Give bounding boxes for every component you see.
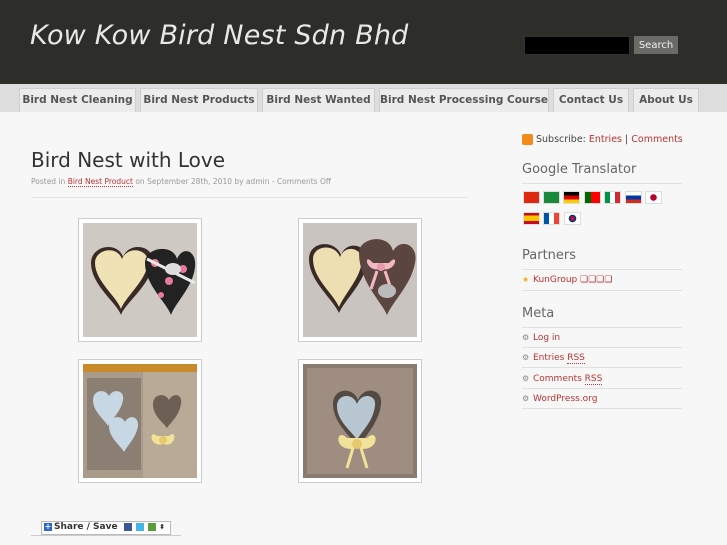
translator-title: Google Translator [522, 162, 637, 177]
nav-bird-nest-products[interactable]: Bird Nest Products [140, 88, 258, 112]
post-divider [31, 197, 468, 198]
meta-entries-label: Entries [533, 353, 568, 363]
subscribe-row: Subscribe: Entries | Comments [522, 134, 683, 145]
product-photo-3[interactable] [78, 359, 202, 483]
nav-bird-nest-cleaning[interactable]: Bird Nest Cleaning [19, 88, 136, 112]
gear-icon: ⚙ [522, 373, 530, 383]
rss-abbr: RSS [567, 353, 585, 364]
meta-suffix: on September 28th, 2010 by admin - Comme… [132, 177, 332, 186]
subscribe-comments-link[interactable]: Comments [631, 134, 683, 145]
meta-entries-rss-link[interactable]: ⚙ Entries RSS [522, 352, 585, 364]
meta-divider [522, 327, 682, 328]
share-save-button[interactable]: + Share / Save ⬍ [41, 521, 171, 535]
search-button[interactable]: Search [634, 36, 678, 54]
nav-contact-us[interactable]: Contact Us [553, 88, 629, 112]
meta-login-link[interactable]: ⚙ Log in [522, 333, 560, 343]
share-label: Share / Save [54, 522, 118, 532]
translator-divider [522, 183, 682, 184]
star-icon: ★ [522, 274, 530, 284]
flag-spanish-icon[interactable] [523, 212, 540, 225]
post-meta: Posted in Bird Nest Product on September… [31, 177, 332, 187]
flag-chinese-icon[interactable] [523, 191, 540, 204]
meta-comments-label: Comments [533, 374, 585, 384]
share-divider [31, 535, 181, 536]
nav-bird-nest-wanted[interactable]: Bird Nest Wanted [262, 88, 375, 112]
flag-korean-icon[interactable] [564, 212, 581, 225]
meta-wordpress-link[interactable]: ⚙ WordPress.org [522, 394, 597, 404]
flag-portuguese-icon[interactable] [584, 191, 601, 204]
twitter-icon [135, 522, 144, 531]
meta-title: Meta [522, 306, 555, 321]
gear-icon: ⚙ [522, 332, 530, 342]
facebook-icon [123, 522, 132, 531]
meta-wordpress-label: WordPress.org [533, 394, 598, 404]
gear-icon: ⚙ [522, 352, 530, 362]
partners-divider [522, 269, 682, 270]
site-title[interactable]: Kow Kow Bird Nest Sdn Bhd [30, 20, 409, 51]
flag-japanese-icon[interactable] [645, 191, 662, 204]
meta-row-divider [522, 388, 682, 389]
flag-german-icon[interactable] [563, 191, 580, 204]
meta-prefix: Posted in [31, 177, 68, 186]
product-photo-1[interactable] [78, 218, 202, 342]
gear-icon: ⚙ [522, 393, 530, 403]
meta-row-divider [522, 347, 682, 348]
meta-row-divider [522, 367, 682, 368]
nav-about-us[interactable]: About Us [633, 88, 699, 112]
post-title[interactable]: Bird Nest with Love [31, 148, 225, 172]
flag-russian-icon[interactable] [625, 191, 642, 204]
partner-link[interactable]: ★ KunGroup ❏❏❏❏ [522, 275, 612, 285]
product-photo-4[interactable] [298, 359, 422, 483]
nav-bird-nest-processing-course[interactable]: Bird Nest Processing Course [379, 88, 549, 112]
flag-arabic-icon[interactable] [543, 191, 560, 204]
meta-comments-rss-link[interactable]: ⚙ Comments RSS [522, 373, 603, 385]
flag-italian-icon[interactable] [604, 191, 621, 204]
meta-bottom-divider [522, 408, 682, 409]
share-more-icon: ⬍ [159, 523, 166, 531]
rss-abbr: RSS [584, 374, 603, 385]
flag-french-icon[interactable] [543, 212, 560, 225]
partner-link-label: KunGroup ❏❏❏❏ [533, 275, 613, 285]
category-link[interactable]: Bird Nest Product [67, 177, 133, 187]
share-plus-icon: + [44, 522, 52, 531]
subscribe-entries-link[interactable]: Entries [589, 134, 622, 145]
partners-title: Partners [522, 248, 577, 263]
subscribe-separator: | [625, 134, 629, 145]
meta-login-label: Log in [533, 333, 561, 343]
product-photo-2[interactable] [298, 218, 422, 342]
subscribe-label: Subscribe: [536, 134, 586, 145]
partners-bottom-divider [522, 290, 682, 291]
share-service-icon [148, 522, 157, 531]
rss-icon[interactable] [522, 134, 533, 145]
search-input[interactable] [524, 36, 630, 55]
